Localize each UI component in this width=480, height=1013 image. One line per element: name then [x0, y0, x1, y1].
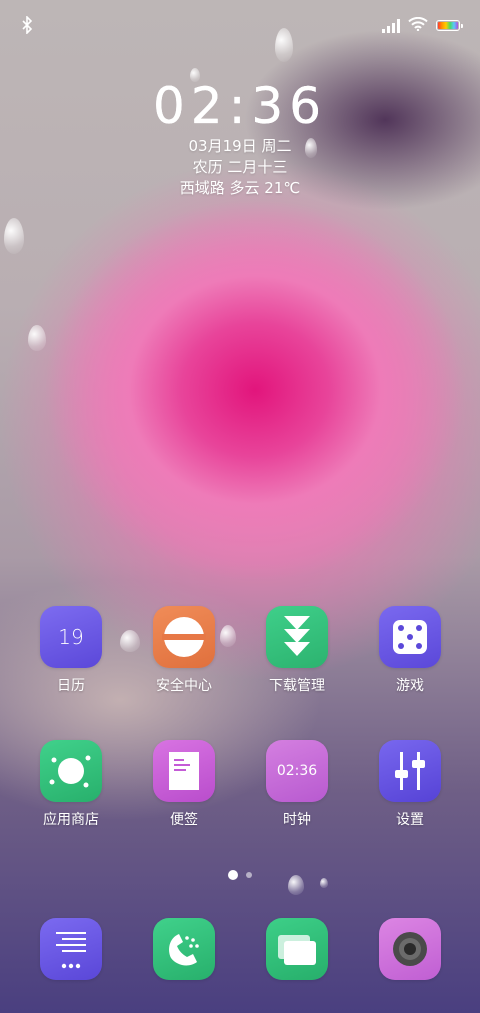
dock-messages[interactable] [247, 918, 347, 980]
app-label: 应用商店 [43, 812, 99, 828]
status-bar [0, 0, 480, 48]
clock-lunar-date: 农历 二月十三 [192, 158, 288, 176]
page-indicator[interactable] [0, 870, 480, 880]
settings-icon [379, 740, 441, 802]
home-screen: 02:36 03月19日 周二 农历 二月十三 西域路 多云 21℃ 19 日历… [0, 0, 480, 1013]
clock-widget[interactable]: 02:36 03月19日 周二 农历 二月十三 西域路 多云 21℃ [0, 78, 480, 199]
camera-icon [379, 918, 441, 980]
dock-more-apps[interactable] [21, 918, 121, 980]
clock-date: 03月19日 周二 [188, 137, 292, 155]
game-dice-icon [379, 606, 441, 668]
dock-phone[interactable] [134, 918, 234, 980]
app-label: 便签 [170, 812, 198, 828]
bluetooth-icon [20, 15, 34, 35]
page-dot[interactable] [246, 872, 252, 878]
signal-icon [382, 18, 400, 33]
calendar-icon-day: 19 [58, 625, 84, 649]
download-manager-icon [266, 606, 328, 668]
app-label: 下载管理 [269, 678, 325, 694]
clock-weather: 西域路 多云 21℃ [179, 179, 301, 197]
app-label: 日历 [57, 678, 85, 694]
app-clock[interactable]: 02:36 时钟 [247, 740, 347, 830]
more-apps-icon [40, 918, 102, 980]
app-label: 设置 [396, 812, 424, 828]
wifi-icon [408, 16, 428, 35]
clock-time: 02:36 [152, 77, 328, 135]
app-label: 游戏 [396, 678, 424, 694]
page-dot-active[interactable] [228, 870, 238, 880]
clock-icon-time: 02:36 [276, 763, 318, 779]
app-app-store[interactable]: 应用商店 [21, 740, 121, 830]
app-game[interactable]: 游戏 [360, 606, 460, 696]
water-drop [28, 325, 46, 351]
battery-icon [436, 20, 463, 31]
clock-icon: 02:36 [266, 740, 328, 802]
app-calendar[interactable]: 19 日历 [21, 606, 121, 696]
water-drop [4, 218, 24, 254]
calendar-icon: 19 [40, 606, 102, 668]
app-settings[interactable]: 设置 [360, 740, 460, 830]
app-notes[interactable]: 便签 [134, 740, 234, 830]
security-center-icon [153, 606, 215, 668]
app-store-icon [40, 740, 102, 802]
messages-icon [266, 918, 328, 980]
app-download-manager[interactable]: 下载管理 [247, 606, 347, 696]
notes-icon [153, 740, 215, 802]
dock-camera[interactable] [360, 918, 460, 980]
app-security-center[interactable]: 安全中心 [134, 606, 234, 696]
app-label: 安全中心 [156, 678, 212, 694]
app-label: 时钟 [283, 812, 311, 828]
phone-icon [153, 918, 215, 980]
